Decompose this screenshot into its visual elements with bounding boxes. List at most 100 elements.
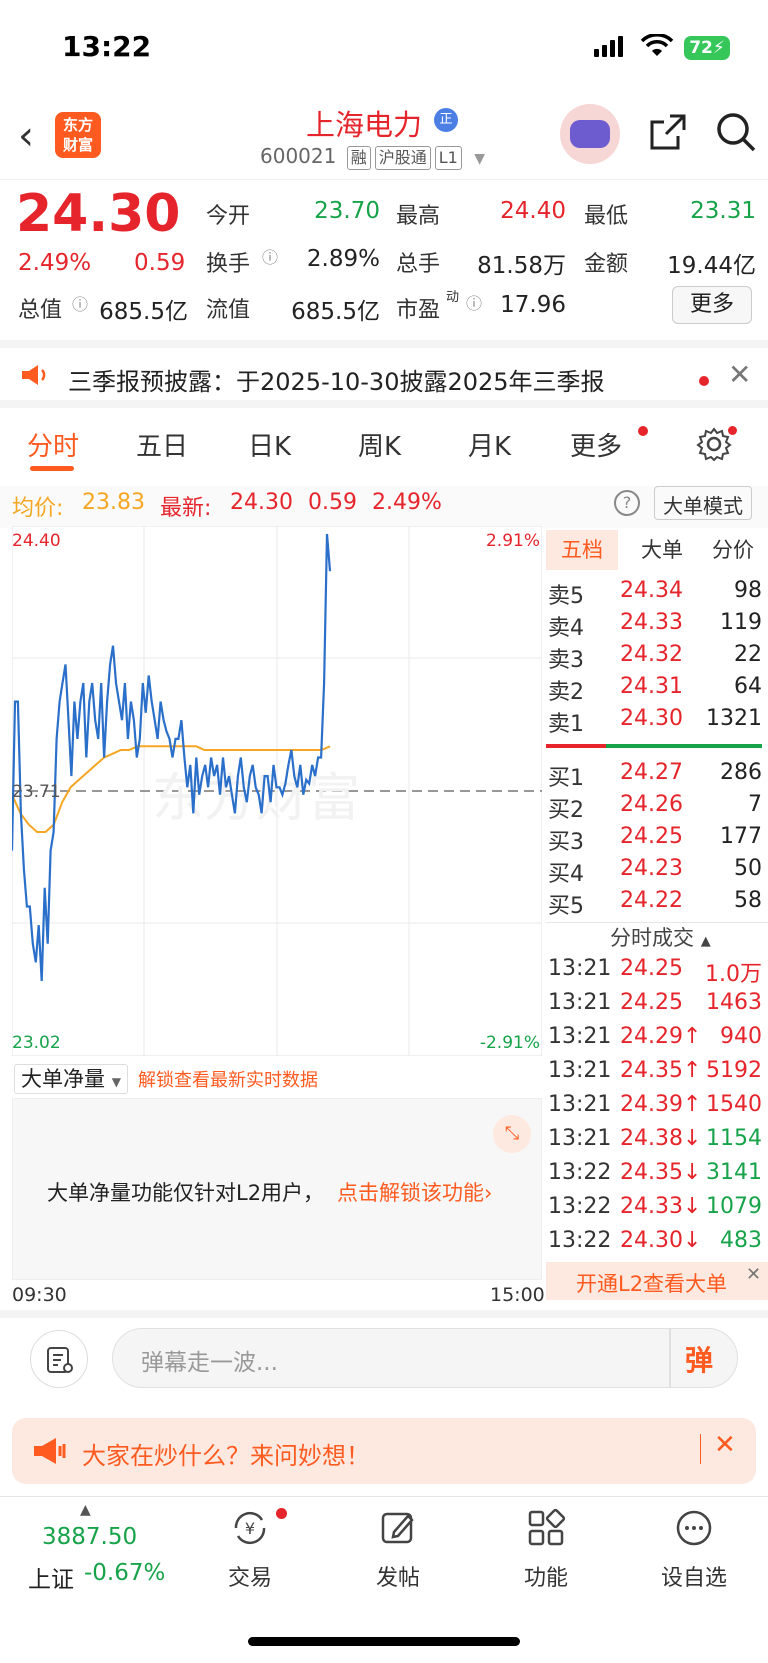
info-icon[interactable]: ⓘ — [466, 290, 482, 314]
speaker-icon — [22, 365, 46, 385]
post-icon[interactable] — [378, 1508, 418, 1548]
logo-line-1: 东方 — [62, 116, 93, 134]
ask-price: 24.34 — [620, 578, 683, 603]
back-arrow-icon[interactable]: ‹ — [18, 116, 34, 156]
info-icon[interactable]: ⓘ — [72, 291, 88, 315]
tab-price-dist[interactable]: 分价 — [698, 530, 768, 570]
intraday-chart[interactable]: 东方财富 24.40 23.71 23.02 2.91% -2.91% — [12, 526, 542, 1056]
stock-code-row[interactable]: 600021 融沪股通 L1 ▼ — [260, 144, 485, 170]
info-icon[interactable]: ⓘ — [262, 244, 278, 268]
high-label: 最高 — [396, 204, 441, 229]
tab-big-orders[interactable]: 大单 — [626, 530, 698, 570]
tick-row: 13:22 24.35↓ 3141 — [548, 1160, 766, 1194]
big-order-mode-button[interactable]: 大单模式 — [654, 486, 752, 520]
ask-price: 24.32 — [620, 642, 683, 667]
battery-level: 72 — [689, 38, 713, 58]
stock-badge: 正 — [434, 108, 458, 132]
tab-five-levels[interactable]: 五档 — [546, 530, 618, 570]
more-circle-icon[interactable] — [674, 1508, 714, 1548]
change-pct: 2.49% — [18, 250, 92, 276]
bid-volume: 50 — [734, 856, 762, 881]
chevron-down-icon: ▼ — [111, 1075, 121, 1089]
tick-price: 24.38↓ — [620, 1126, 702, 1151]
tick-price: 24.25 — [620, 990, 683, 1015]
tick-time: 13:22 — [548, 1160, 612, 1185]
tag-connect: 沪股通 — [374, 146, 431, 170]
signal-icon — [594, 36, 626, 57]
notice-bar[interactable]: 三季报预披露：于2025-10-30披露2025年三季报 ✕ — [0, 340, 768, 408]
assistant-avatar[interactable] — [560, 104, 620, 164]
open-label: 今开 — [206, 204, 251, 229]
turnover-value: 2.89% — [306, 246, 380, 272]
avg-label: 均价: — [12, 496, 64, 521]
tab-intraday[interactable]: 分时 — [27, 426, 79, 463]
stock-name[interactable]: 上海电力 — [306, 102, 422, 144]
trade-dot — [276, 1508, 287, 1519]
tab-add-watchlist[interactable]: 设自选 — [644, 1560, 744, 1592]
tick-volume: 1463 — [706, 990, 762, 1015]
chevron-down-icon: ▼ — [474, 151, 485, 167]
trade-icon[interactable]: ¥ — [230, 1508, 270, 1548]
tick-time: 13:21 — [548, 1126, 612, 1151]
danmu-input[interactable]: 弹幕走一波... 弹 — [112, 1328, 738, 1388]
svg-text:¥: ¥ — [245, 1519, 255, 1538]
help-icon[interactable]: ? — [614, 490, 640, 516]
open-value: 23.70 — [314, 198, 380, 224]
tick-volume: 5192 — [706, 1058, 762, 1083]
share-icon[interactable] — [648, 112, 688, 152]
search-icon[interactable] — [714, 110, 758, 154]
promo-banner[interactable]: 大家在炒什么？来问妙想！ ✕ — [12, 1418, 756, 1484]
promo-text: 大家在炒什么？来问妙想！ — [82, 1442, 370, 1470]
tab-post[interactable]: 发帖 — [348, 1560, 448, 1592]
tab-functions[interactable]: 功能 — [496, 1560, 596, 1592]
tick-time: 13:22 — [548, 1194, 612, 1219]
more-button[interactable]: 更多 — [672, 286, 752, 324]
bid-price: 24.25 — [620, 824, 683, 849]
tab-trade[interactable]: 交易 — [200, 1560, 300, 1592]
close-icon[interactable]: ✕ — [728, 358, 751, 391]
turnover-label: 换手 — [206, 252, 251, 277]
tab-daily-k[interactable]: 日K — [248, 426, 291, 463]
index-value[interactable]: 3887.50 — [42, 1524, 137, 1550]
tick-row: 13:21 24.25 1463 — [548, 990, 766, 1024]
y-label-mid: 23.71 — [12, 782, 61, 802]
total-value: 685.5亿 — [99, 299, 188, 325]
orderbook-tabs: 五档 大单 分价 — [546, 530, 768, 570]
close-icon[interactable]: ✕ — [746, 1264, 761, 1285]
pe-label: 市盈 — [396, 298, 441, 323]
big-order-dropdown[interactable]: 大单净量 ▼ — [14, 1064, 128, 1094]
notes-icon[interactable] — [30, 1330, 88, 1388]
tick-price: 24.39↑ — [620, 1092, 702, 1117]
tab-monthly-k[interactable]: 月K — [468, 426, 511, 463]
unlock-link[interactable]: 解锁查看最新实时数据 — [138, 1066, 318, 1092]
l2-banner[interactable]: 开通L2查看大单 ✕ — [546, 1262, 768, 1300]
volume-label: 总手 — [396, 252, 441, 277]
ticks-title[interactable]: 分时成交 ▲ — [610, 922, 711, 952]
settings-gear-icon[interactable] — [696, 426, 732, 462]
bid-label: 买3 — [548, 830, 584, 855]
danmu-send-button[interactable]: 弹 — [685, 1339, 713, 1379]
bid-price: 24.27 — [620, 760, 683, 785]
ask-volume: 64 — [734, 674, 762, 699]
bid-label: 买4 — [548, 862, 584, 887]
tick-time: 13:21 — [548, 956, 612, 981]
tick-volume: 1154 — [706, 1126, 762, 1151]
pe-super: 动 — [446, 290, 460, 305]
ask-volume: 1321 — [706, 706, 762, 731]
orderbook-divider-green — [606, 744, 762, 748]
index-name[interactable]: 上证 — [28, 1560, 74, 1594]
notice-dot — [699, 376, 709, 386]
big-order-locked-panel: ⤡ 大单净量功能仅针对L2用户， 点击解锁该功能› — [12, 1098, 542, 1280]
functions-icon[interactable] — [526, 1508, 566, 1548]
unlock-feature-link[interactable]: 点击解锁该功能› — [337, 1177, 492, 1207]
tab-more[interactable]: 更多 — [570, 426, 622, 463]
index-change[interactable]: -0.67% — [84, 1560, 165, 1586]
close-icon[interactable]: ✕ — [714, 1430, 736, 1460]
tab-5day[interactable]: 五日 — [136, 426, 188, 463]
bid-volume: 286 — [720, 760, 762, 785]
tick-volume: 1540 — [706, 1092, 762, 1117]
expand-icon[interactable]: ⤡ — [493, 1115, 531, 1153]
tab-weekly-k[interactable]: 周K — [358, 426, 401, 463]
ask-price: 24.33 — [620, 610, 683, 635]
ask-row: 卖2 24.31 64 — [548, 674, 766, 706]
